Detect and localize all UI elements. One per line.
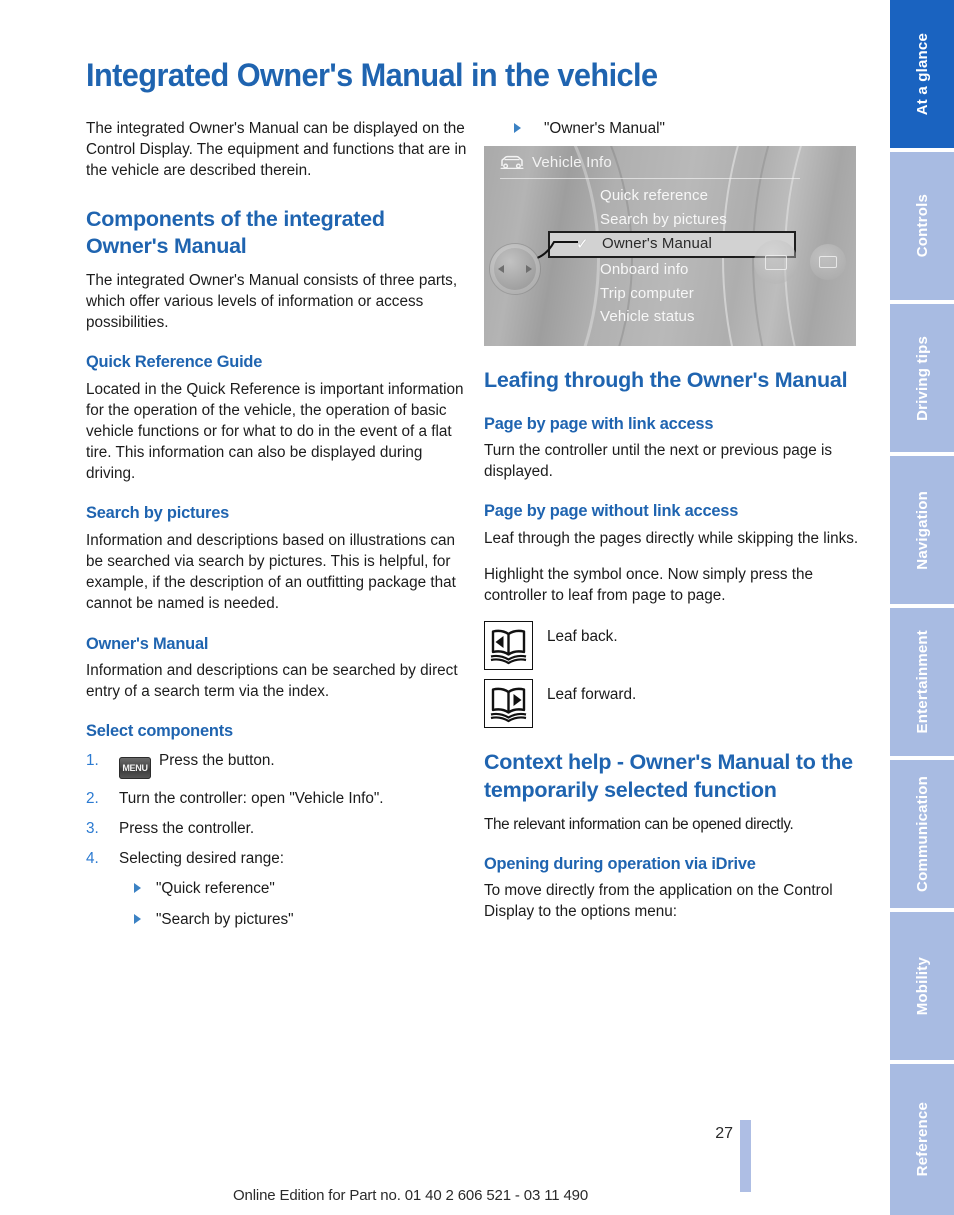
range-option-label: "Owner's Manual" [544, 120, 665, 137]
intro-paragraph: The integrated Owner's Manual can be dis… [86, 120, 467, 180]
opening-paragraph: To move directly from the application on… [484, 882, 833, 921]
idrive-controller-knob[interactable] [490, 244, 540, 295]
step-text: Turn the controller: open "Vehicle Info"… [119, 789, 384, 807]
sidebar-tab-label: Entertainment [913, 630, 931, 734]
list-item: 1. MENU Press the button. [86, 750, 470, 779]
list-item: 3. Press the controller. [86, 818, 470, 839]
heading-owners-manual: Owner's Manual [86, 634, 209, 653]
page-number-bar [740, 1120, 751, 1192]
page-title: Integrated Owner's Manual in the vehicle [86, 57, 658, 94]
step-text: Press the button. [159, 751, 275, 769]
components-paragraph: The integrated Owner's Manual consists o… [86, 271, 458, 331]
sidebar-tab-label: Mobility [913, 956, 931, 1016]
step-number: 4. [86, 850, 99, 868]
sidebar-tab-label: Communication [913, 776, 931, 892]
step-number: 3. [86, 820, 99, 838]
owners-manual-paragraph: Information and descriptions can be sear… [86, 662, 458, 701]
idrive-menu-item-trip-computer[interactable]: Trip computer [574, 282, 814, 306]
sidebar-tab-label: Navigation [913, 490, 931, 570]
triangle-bullet-icon [514, 123, 521, 133]
range-option-label: "Quick reference" [156, 880, 275, 898]
sidebar-tab-driving-tips[interactable]: Driving tips [890, 304, 954, 452]
right-column: "Owner's Manual" Vehicle Info Quick refe… [484, 118, 868, 938]
step-text: Press the controller. [119, 820, 255, 838]
leaf-back-icon [484, 621, 533, 671]
idrive-menu-item-vehicle-status[interactable]: Vehicle status [574, 305, 814, 329]
with-link-paragraph: Turn the controller until the next or pr… [484, 442, 833, 481]
page-number: 27 [715, 1125, 733, 1142]
sidebar-tab-reference[interactable]: Reference [890, 1064, 954, 1215]
heading-leafing-through: Leafing through the Owner's Manual [484, 368, 848, 393]
range-options-list: "Quick reference" "Search by pictures" [86, 878, 470, 930]
sidebar-tab-label: At a glance [913, 32, 931, 116]
select-components-steps: 1. MENU Press the button. 2. Turn the con… [86, 750, 470, 869]
list-item: "Quick reference" [86, 878, 470, 899]
menu-button-icon[interactable]: MENU [119, 756, 151, 779]
list-item: "Owner's Manual" [484, 118, 868, 139]
leaf-forward-row: Leaf forward. [484, 679, 868, 729]
section-tabs-sidebar: At a glance Controls Driving tips Naviga… [890, 0, 954, 1215]
sidebar-tab-at-a-glance[interactable]: At a glance [890, 0, 954, 148]
step-number: 1. [86, 751, 99, 769]
heading-opening-via-idrive: Opening during operation via iDrive [484, 854, 756, 873]
without-link-paragraph-1: Leaf through the pages directly while sk… [484, 529, 859, 547]
range-options-continued: "Owner's Manual" [484, 118, 868, 139]
idrive-menu-item-label: Owner's Manual [602, 235, 713, 253]
idrive-screenshot: Vehicle Info Quick reference Search by p… [484, 146, 856, 347]
idrive-side-icon-2 [810, 244, 846, 281]
arrow-right-icon [526, 265, 532, 274]
step-text: Selecting desired range: [119, 850, 284, 868]
page-canvas: Integrated Owner's Manual in the vehicle… [0, 0, 890, 1215]
sidebar-tab-entertainment[interactable]: Entertainment [890, 608, 954, 756]
triangle-bullet-icon [134, 914, 141, 925]
search-by-pictures-paragraph: Information and descriptions based on il… [86, 531, 456, 613]
idrive-header: Vehicle Info [500, 154, 612, 171]
leaf-forward-label: Leaf forward. [547, 686, 637, 704]
idrive-header-title: Vehicle Info [532, 154, 612, 172]
sidebar-tab-navigation[interactable]: Navigation [890, 456, 954, 604]
heading-without-link-access: Page by page without link access [484, 502, 739, 521]
card-icon [765, 254, 787, 270]
car-front-icon [500, 155, 524, 170]
footer-edition-line: Online Edition for Part no. 01 40 2 606 … [233, 1187, 589, 1204]
list-item: 4. Selecting desired range: [86, 848, 470, 869]
triangle-bullet-icon [134, 883, 141, 894]
left-column: The integrated Owner's Manual can be dis… [86, 118, 470, 941]
idrive-side-icon-1 [754, 240, 798, 285]
range-option-label: "Search by pictures" [156, 911, 294, 929]
sidebar-tab-label: Controls [913, 194, 931, 258]
quick-reference-paragraph: Located in the Quick Reference is import… [86, 380, 464, 483]
heading-quick-reference-guide: Quick Reference Guide [86, 353, 263, 372]
sidebar-tab-communication[interactable]: Communication [890, 760, 954, 908]
step-number: 2. [86, 789, 99, 807]
sidebar-tab-mobility[interactable]: Mobility [890, 912, 954, 1060]
list-item: "Search by pictures" [86, 909, 470, 930]
leaf-back-row: Leaf back. [484, 621, 868, 671]
without-link-paragraph-2: Highlight the symbol once. Now simply pr… [484, 566, 814, 605]
heading-context-help: Context help - Owner's Manual to the tem… [484, 750, 853, 802]
heading-select-components: Select components [86, 722, 233, 741]
sidebar-tab-controls[interactable]: Controls [890, 152, 954, 300]
leaf-back-label: Leaf back. [547, 628, 618, 646]
idrive-menu-item-search-by-pictures[interactable]: Search by pictures [574, 208, 814, 232]
idrive-header-divider [500, 178, 800, 180]
sidebar-tab-label: Driving tips [913, 335, 931, 421]
leaf-forward-icon [484, 679, 533, 729]
heading-with-link-access: Page by page with link access [484, 414, 714, 433]
list-item: 2. Turn the controller: open "Vehicle In… [86, 788, 470, 809]
heading-components: Components of the integrated Owner's Man… [86, 206, 385, 259]
card-icon [819, 256, 837, 269]
arrow-left-icon [498, 265, 504, 274]
idrive-menu-item-quick-reference[interactable]: Quick reference [574, 184, 814, 208]
context-help-paragraph: The relevant information can be opened d… [484, 815, 794, 833]
heading-search-by-pictures: Search by pictures [86, 504, 230, 523]
sidebar-tab-label: Reference [913, 1102, 931, 1177]
